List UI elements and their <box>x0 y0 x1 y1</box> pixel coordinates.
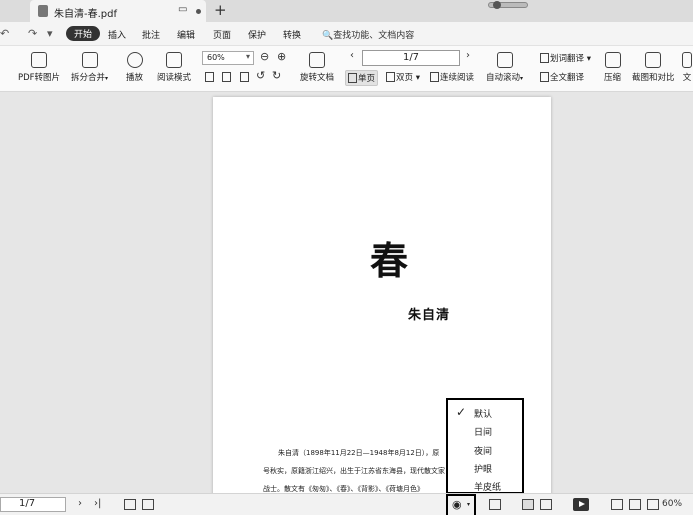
undo-icon[interactable]: ↶ <box>0 27 9 40</box>
tab-bar: 朱自清-春.pdf ▭ + <box>0 0 693 22</box>
bio-line: 战士。散文有《匆匆》、《春》、《背影》、《荷塘月色》 <box>263 485 424 493</box>
read-mode-button[interactable]: 阅读模式 <box>157 52 191 83</box>
compress-button[interactable]: 压缩 <box>604 52 621 83</box>
actual-size-icon[interactable] <box>205 72 214 82</box>
play-icon[interactable] <box>573 498 589 511</box>
book-icon <box>166 52 182 68</box>
theme-night[interactable]: 夜间 <box>474 444 492 457</box>
fit-width-icon[interactable] <box>647 499 659 510</box>
redo-icon[interactable]: ↷ <box>28 27 37 40</box>
play-icon <box>126 52 143 68</box>
split-merge-button[interactable]: 拆分合并▾ <box>71 52 108 83</box>
auto-scroll-button[interactable]: 自动滚动▾ <box>486 52 523 83</box>
theme-default[interactable]: 默认 <box>474 407 492 420</box>
window-slider[interactable] <box>488 1 528 9</box>
theme-eye-care[interactable]: 护眼 <box>474 462 492 475</box>
status-page-input[interactable]: 1/7 <box>0 497 66 512</box>
tab-status-dot-icon[interactable] <box>196 9 201 14</box>
bio-line: 朱自清（1898年11月22日—1948年8月12日），原 <box>278 449 440 457</box>
reading-theme-menu: ✓ 默认 日间 夜间 护眼 羊皮纸 <box>446 398 524 493</box>
zoom-select[interactable]: 60% ▾ <box>202 51 254 65</box>
quick-access-dropdown-icon[interactable]: ▾ <box>47 27 53 40</box>
document-tab[interactable]: 朱自清-春.pdf ▭ <box>30 0 206 22</box>
chevron-down-icon: ▾ <box>467 501 471 508</box>
ribbon-toolbar: PDF转图片 拆分合并▾ 播放 阅读模式 60% ▾ ⊖ ⊕ ↺ ↻ 旋转文档 … <box>0 46 693 92</box>
double-page-view-icon[interactable] <box>540 499 552 510</box>
page-number-input[interactable]: 1/7 <box>362 50 460 66</box>
continuous-read-button[interactable]: 连续阅读 <box>430 71 474 83</box>
monitor-icon[interactable]: ▭ <box>178 4 187 15</box>
split-icon <box>81 52 98 68</box>
status-zoom-level[interactable]: 60% <box>662 499 682 509</box>
check-icon: ✓ <box>456 405 467 419</box>
more-icon <box>682 52 692 68</box>
theme-parchment[interactable]: 羊皮纸 <box>474 480 501 493</box>
menu-page[interactable]: 页面 <box>213 28 231 41</box>
translate-full-button[interactable]: 全文翻译 <box>540 71 584 83</box>
chevron-down-icon: ▾ <box>245 52 250 61</box>
next-page-icon[interactable]: › <box>466 50 470 61</box>
prev-page-icon[interactable]: ‹ <box>350 50 354 61</box>
rotate-doc-icon <box>309 52 325 68</box>
single-page-button[interactable]: 单页 <box>345 70 379 86</box>
document-viewport[interactable]: 春 朱自清 朱自清（1898年11月22日—1948年8月12日），原 号秋实，… <box>0 92 693 493</box>
translate-icon <box>540 53 549 63</box>
rotate-document-button[interactable]: 旋转文档 <box>300 52 334 83</box>
menu-annotate[interactable]: 批注 <box>142 28 160 41</box>
document-title: 春 <box>370 238 409 283</box>
rotate-left-icon[interactable]: ↺ <box>256 69 265 82</box>
single-page-icon <box>348 73 357 83</box>
single-page-view-icon[interactable] <box>522 499 534 510</box>
full-translate-icon <box>540 72 549 82</box>
eye-icon: ◉ <box>452 498 462 511</box>
zoom-out-icon[interactable]: ⊖ <box>260 50 269 63</box>
compress-icon <box>604 52 621 68</box>
fit-width-icon[interactable] <box>240 72 249 82</box>
more-tools-button[interactable]: 文 <box>682 52 692 83</box>
bio-line: 号秋实，原籍浙江绍兴，出生于江苏省东海县，现代散文家， <box>263 467 452 475</box>
actual-size-icon[interactable] <box>611 499 623 510</box>
double-page-icon <box>386 72 395 82</box>
menu-bar: ↶ ↷ ▾ 开始 插入 批注 编辑 页面 保护 转换 🔍查找功能、文档内容 <box>0 22 693 46</box>
screenshot-icon <box>645 52 662 68</box>
double-page-button[interactable]: 双页 ▾ <box>386 71 420 83</box>
continuous-icon <box>430 72 439 82</box>
document-author: 朱自清 <box>408 308 451 323</box>
continuous-view-icon[interactable] <box>489 499 501 510</box>
zoom-in-icon[interactable]: ⊕ <box>277 50 286 63</box>
menu-start[interactable]: 开始 <box>66 26 101 41</box>
play-button[interactable]: 播放 <box>126 52 143 83</box>
tab-title: 朱自清-春.pdf <box>54 9 118 20</box>
menu-convert[interactable]: 转换 <box>283 28 301 41</box>
status-last-page-icon[interactable]: ›| <box>94 498 101 509</box>
menu-insert[interactable]: 插入 <box>108 28 126 41</box>
auto-scroll-icon <box>496 52 513 68</box>
menu-edit[interactable]: 编辑 <box>177 28 195 41</box>
status-bar: 1/7 › ›| ◉ ▾ 60% <box>0 493 693 515</box>
pdf-to-image-button[interactable]: PDF转图片 <box>18 52 60 83</box>
theme-day[interactable]: 日间 <box>474 425 492 438</box>
translate-word-button[interactable]: 划词翻译 ▾ <box>540 52 591 64</box>
feature-search[interactable]: 🔍查找功能、文档内容 <box>322 28 414 41</box>
status-next-icon[interactable]: › <box>78 498 82 509</box>
reading-theme-button[interactable]: ◉ ▾ <box>446 494 476 515</box>
pdf-file-icon <box>38 5 48 17</box>
panel-toggle-icon[interactable] <box>142 499 154 510</box>
fit-page-icon[interactable] <box>222 72 231 82</box>
fit-page-icon[interactable] <box>629 499 641 510</box>
menu-protect[interactable]: 保护 <box>248 28 266 41</box>
rotate-right-icon[interactable]: ↻ <box>272 69 281 82</box>
screenshot-compare-button[interactable]: 截图和对比 <box>632 52 675 83</box>
sidebar-toggle-icon[interactable] <box>124 499 136 510</box>
new-tab-button[interactable]: + <box>214 1 227 19</box>
image-icon <box>31 52 48 68</box>
